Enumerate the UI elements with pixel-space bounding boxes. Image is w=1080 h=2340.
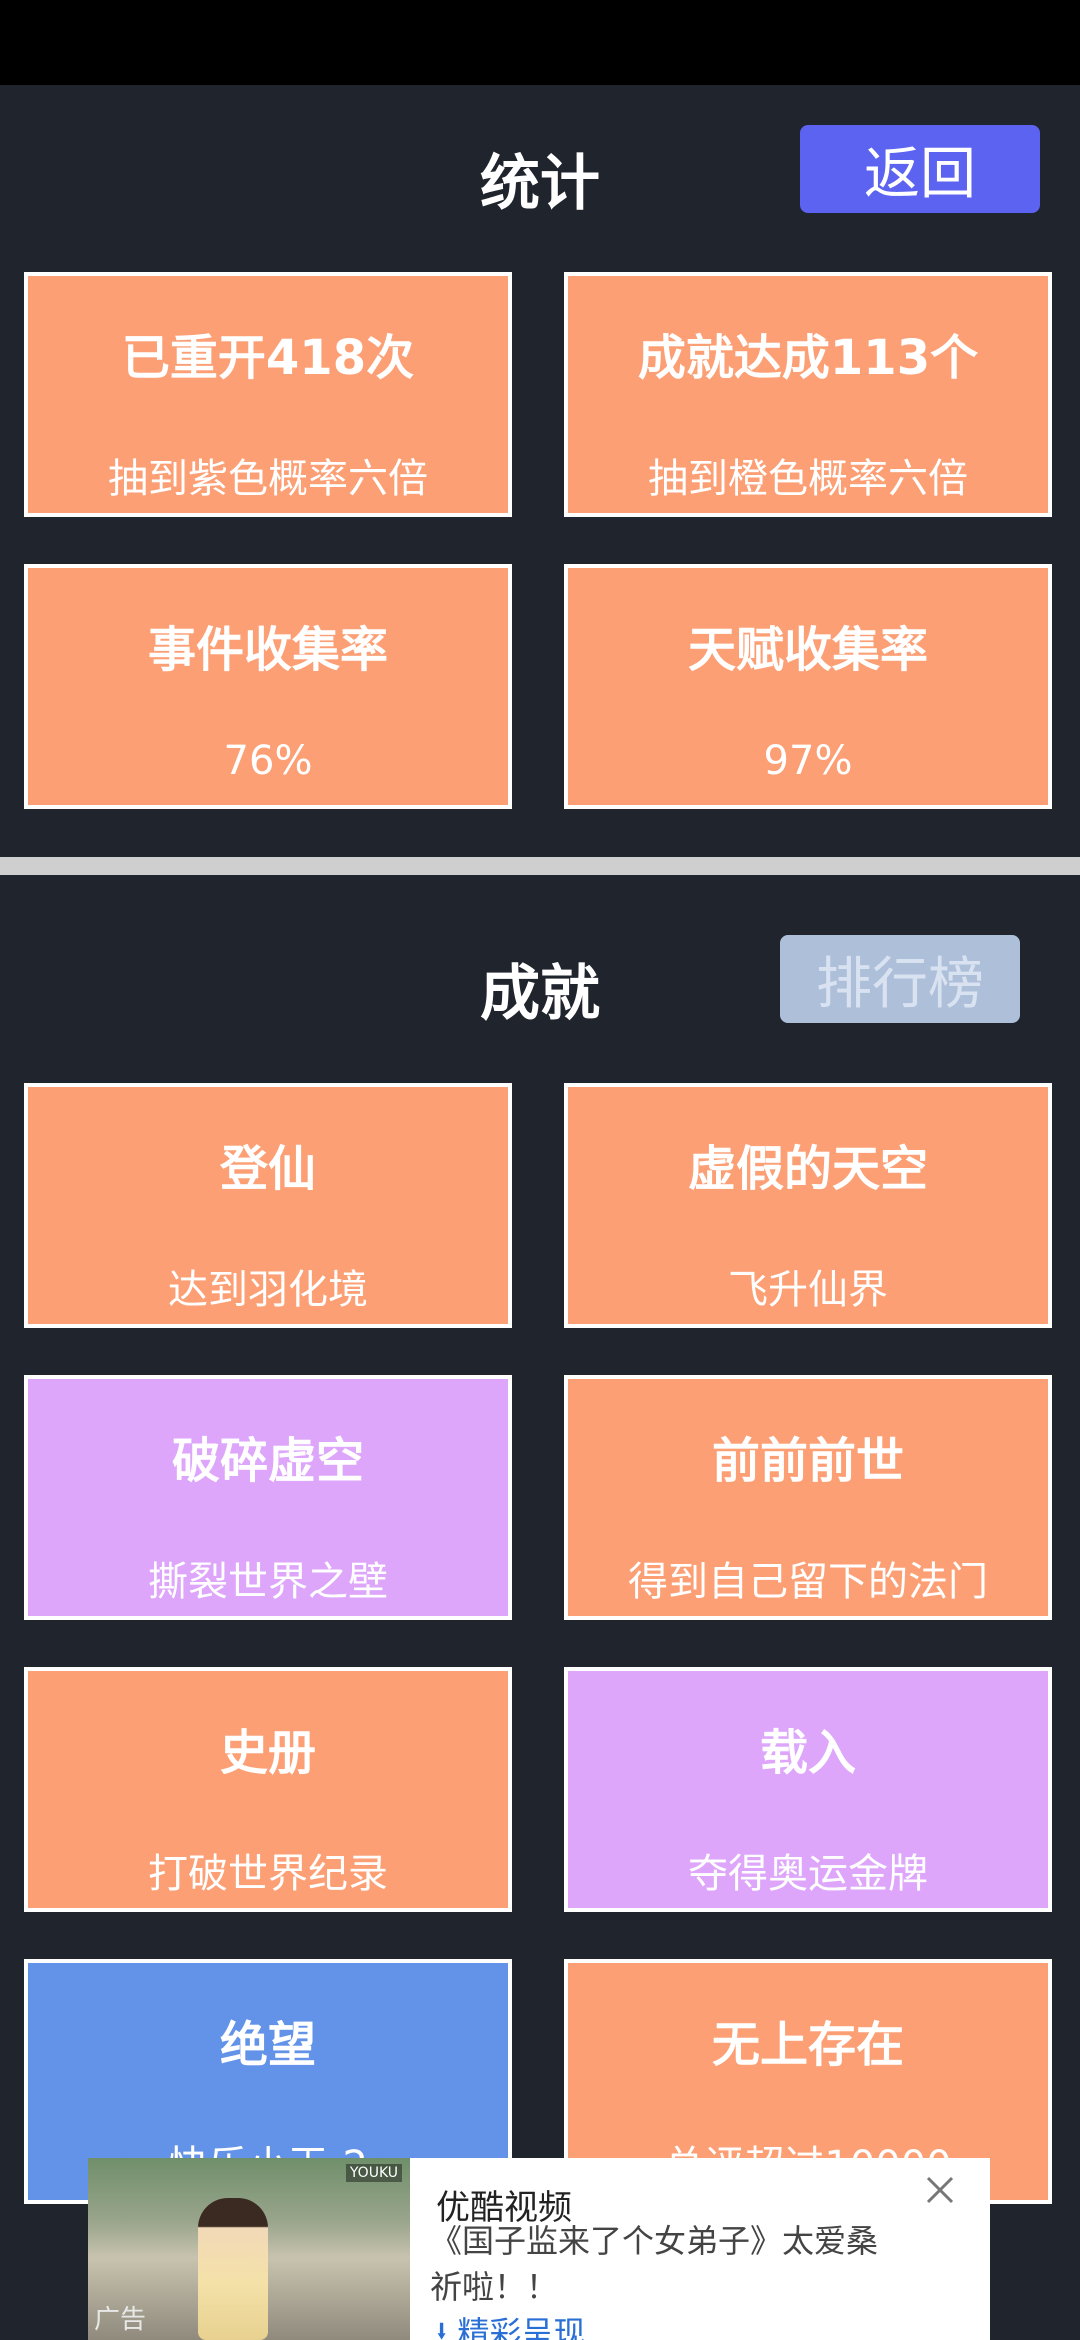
ad-banner[interactable]: YOUKU 广告 优酷视频 《国子监来了个女弟子》太爱桑祈啦！！ ⭳ 精彩呈现 [88,2158,990,2340]
ad-logo: YOUKU [345,2164,402,2182]
achievement-title: 无上存在 [711,2017,904,2073]
stat-card-talents[interactable]: 天赋收集率 97% [564,564,1052,809]
achievement-desc: 飞升仙界 [728,1267,888,1313]
achievement-card[interactable]: 登仙 达到羽化境 [24,1083,512,1328]
back-button[interactable]: 返回 [800,125,1040,213]
achievement-title: 绝望 [219,2017,316,2073]
stat-card-restarts[interactable]: 已重开418次 抽到紫色概率六倍 [24,272,512,517]
achievement-desc: 撕裂世界之壁 [148,1559,388,1605]
achievement-card[interactable]: 前前前世 得到自己留下的法门 [564,1375,1052,1620]
section-divider [0,857,1080,875]
stat-card-title: 成就达成113个 [637,330,979,386]
achievement-title: 破碎虚空 [171,1433,364,1489]
ad-tag: 广告 [94,2305,147,2335]
achievement-desc: 得到自己留下的法门 [628,1559,988,1605]
leaderboard-button[interactable]: 排行榜 [780,935,1020,1023]
stat-card-sub: 抽到紫色概率六倍 [108,456,428,502]
stat-card-sub: 抽到橙色概率六倍 [648,456,968,502]
achievement-desc: 夺得奥运金牌 [688,1851,928,1897]
status-bar [0,0,1080,85]
stat-card-achievements[interactable]: 成就达成113个 抽到橙色概率六倍 [564,272,1052,517]
achievement-card[interactable]: 虚假的天空 飞升仙界 [564,1083,1052,1328]
achievement-title: 前前前世 [711,1433,904,1489]
achievement-card[interactable]: 破碎虚空 撕裂世界之壁 [24,1375,512,1620]
stats-title: 统计 [480,149,600,219]
achievement-title: 史册 [219,1725,316,1781]
ad-cta-label: 精彩呈现 [457,2314,586,2340]
achievement-title: 登仙 [219,1141,316,1197]
ad-text: 《国子监来了个女弟子》太爱桑祈啦！！ [430,2222,879,2306]
achievement-title: 载入 [759,1725,856,1781]
achievement-card[interactable]: 史册 打破世界纪录 [24,1667,512,1912]
close-icon[interactable] [920,2170,960,2210]
achievement-desc: 打破世界纪录 [148,1851,388,1897]
stat-card-sub: 76% [223,738,313,784]
achievements-title: 成就 [480,959,600,1029]
achievement-card[interactable]: 载入 夺得奥运金牌 [564,1667,1052,1912]
stat-card-title: 事件收集率 [147,622,388,678]
achievement-title: 虚假的天空 [687,1141,928,1197]
ad-cta-link[interactable]: ⭳ 精彩呈现 [436,2308,585,2340]
achievement-desc: 达到羽化境 [168,1267,368,1313]
stat-card-events[interactable]: 事件收集率 76% [24,564,512,809]
download-arrow-icon: ⭳ [436,2314,458,2340]
stat-card-title: 已重开418次 [121,330,415,386]
stat-card-title: 天赋收集率 [687,622,928,678]
ad-thumbnail-figure [198,2198,268,2340]
stat-card-sub: 97% [763,738,853,784]
ad-thumbnail[interactable]: YOUKU 广告 [88,2158,410,2340]
